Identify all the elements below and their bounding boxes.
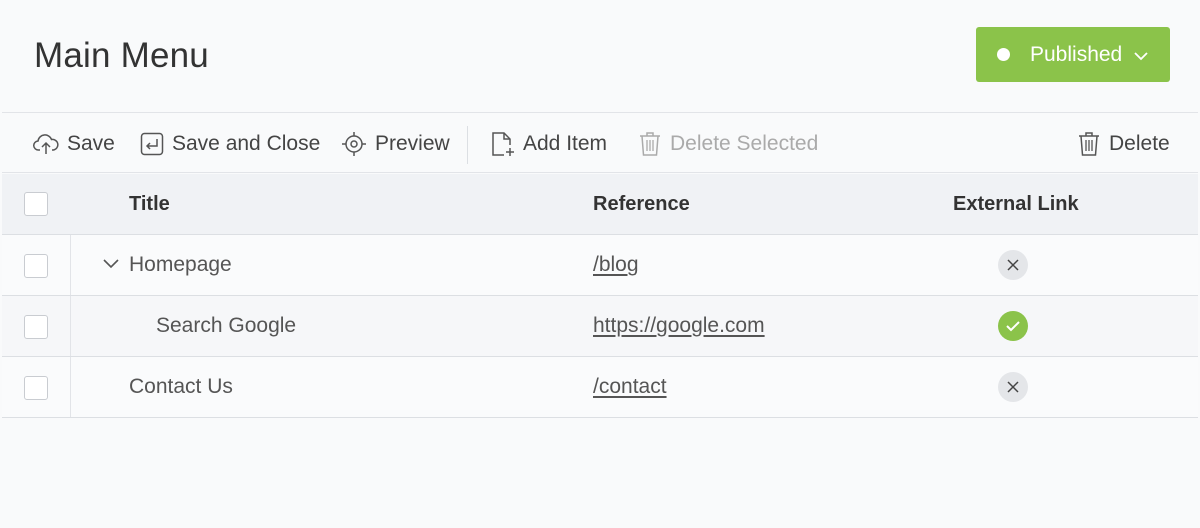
add-item-button[interactable]: Add Item: [491, 114, 607, 173]
table-header: Title Reference External Link: [2, 174, 1198, 235]
column-header-title[interactable]: Title: [129, 174, 170, 234]
close-icon: [998, 250, 1028, 280]
delete-label: Delete: [1109, 131, 1170, 155]
cloud-upload-icon: [33, 132, 59, 156]
row-reference-link[interactable]: /contact: [593, 375, 667, 399]
trash-icon: [638, 131, 662, 157]
save-and-close-label: Save and Close: [172, 131, 321, 155]
toolbar: Save Save and Close Preview Add Item Del…: [2, 114, 1198, 173]
preview-label: Preview: [375, 131, 450, 155]
row-checkbox[interactable]: [24, 376, 48, 400]
save-button[interactable]: Save: [33, 114, 115, 173]
toolbar-divider: [467, 126, 468, 164]
header: Main Menu Published: [2, 0, 1198, 113]
save-label: Save: [67, 131, 115, 155]
page-title: Main Menu: [34, 36, 209, 75]
table-row[interactable]: Search Google https://google.com: [2, 296, 1198, 357]
select-all-checkbox[interactable]: [24, 192, 48, 216]
delete-selected-label: Delete Selected: [670, 131, 819, 155]
trash-icon: [1077, 131, 1101, 157]
row-reference-link[interactable]: https://google.com: [593, 314, 765, 338]
row-checkbox[interactable]: [24, 254, 48, 278]
row-reference-link[interactable]: /blog: [593, 253, 639, 277]
menu-items-table: Title Reference External Link Homepage /…: [2, 174, 1198, 418]
menu-editor: Main Menu Published Save Save and Close: [2, 0, 1198, 528]
table-row[interactable]: Contact Us /contact: [2, 357, 1198, 418]
checkmark-icon: [998, 311, 1028, 341]
delete-selected-button[interactable]: Delete Selected: [638, 114, 818, 173]
status-label: Published: [1030, 42, 1123, 66]
close-icon: [998, 372, 1028, 402]
status-dropdown-button[interactable]: Published: [976, 27, 1170, 82]
preview-button[interactable]: Preview: [341, 114, 450, 173]
save-close-icon: [140, 132, 164, 156]
status-dot-icon: [997, 48, 1010, 61]
row-title: Contact Us: [129, 375, 233, 398]
add-item-label: Add Item: [523, 131, 608, 155]
column-header-reference[interactable]: Reference: [593, 174, 690, 234]
delete-button[interactable]: Delete: [1077, 114, 1170, 173]
add-file-icon: [491, 131, 515, 157]
row-checkbox[interactable]: [24, 315, 48, 339]
crosshair-icon: [341, 131, 367, 157]
chevron-down-icon[interactable]: [102, 257, 120, 276]
row-title: Homepage: [129, 253, 232, 276]
row-title: Search Google: [156, 314, 297, 337]
chevron-down-icon: [1134, 48, 1148, 66]
column-header-external-link[interactable]: External Link: [953, 174, 1079, 234]
table-row[interactable]: Homepage /blog: [2, 235, 1198, 296]
save-and-close-button[interactable]: Save and Close: [140, 114, 320, 173]
